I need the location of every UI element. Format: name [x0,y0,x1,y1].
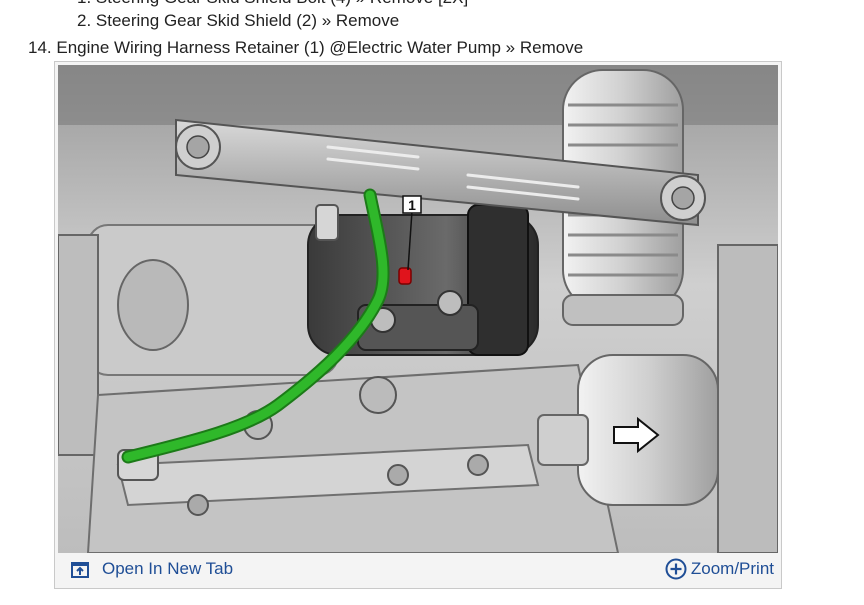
brace-bolt-left-head [186,135,210,159]
pump-bolt-2 [437,290,463,316]
right-frame [717,244,778,553]
left-frame [58,234,99,456]
open-in-new-tab-label: Open In New Tab [102,559,234,578]
zoom-print-link[interactable]: Zoom/Print [665,557,774,581]
open-new-tab-icon [71,562,89,578]
boot-clamp [562,294,684,326]
harness-retainer [398,267,412,285]
step-2: 2. Steering Gear Skid Shield (2) » Remov… [77,11,400,30]
engine-drawing: 1 [58,65,778,553]
zoom-print-label: Zoom/Print [690,559,774,578]
page: 1. Steering Gear Skid Shield Bolt (4) » … [0,0,864,605]
casting-hole-4 [187,494,209,516]
engine-illustration: 1 [58,65,778,553]
zoom-plus-icon [665,558,687,580]
casting-hole-1 [359,376,397,414]
step-14: 14. Engine Wiring Harness Retainer (1) @… [28,38,584,57]
callout-label: 1 [408,197,416,213]
right-port [537,414,589,466]
step-1-partial: 1. Steering Gear Skid Shield Bolt (4) » … [77,0,468,8]
casting-hole-3 [387,464,409,486]
brace-bolt-right-head [671,186,695,210]
stud-left [315,204,339,241]
figure-footer: Open In New Tab Zoom/Print [58,553,778,585]
procedure-figure: 1 Open In New Tab Zoom/Print [54,61,782,589]
open-in-new-tab-link[interactable]: Open In New Tab [70,558,233,580]
left-boss [117,259,189,351]
casting-hole-5 [467,454,489,476]
